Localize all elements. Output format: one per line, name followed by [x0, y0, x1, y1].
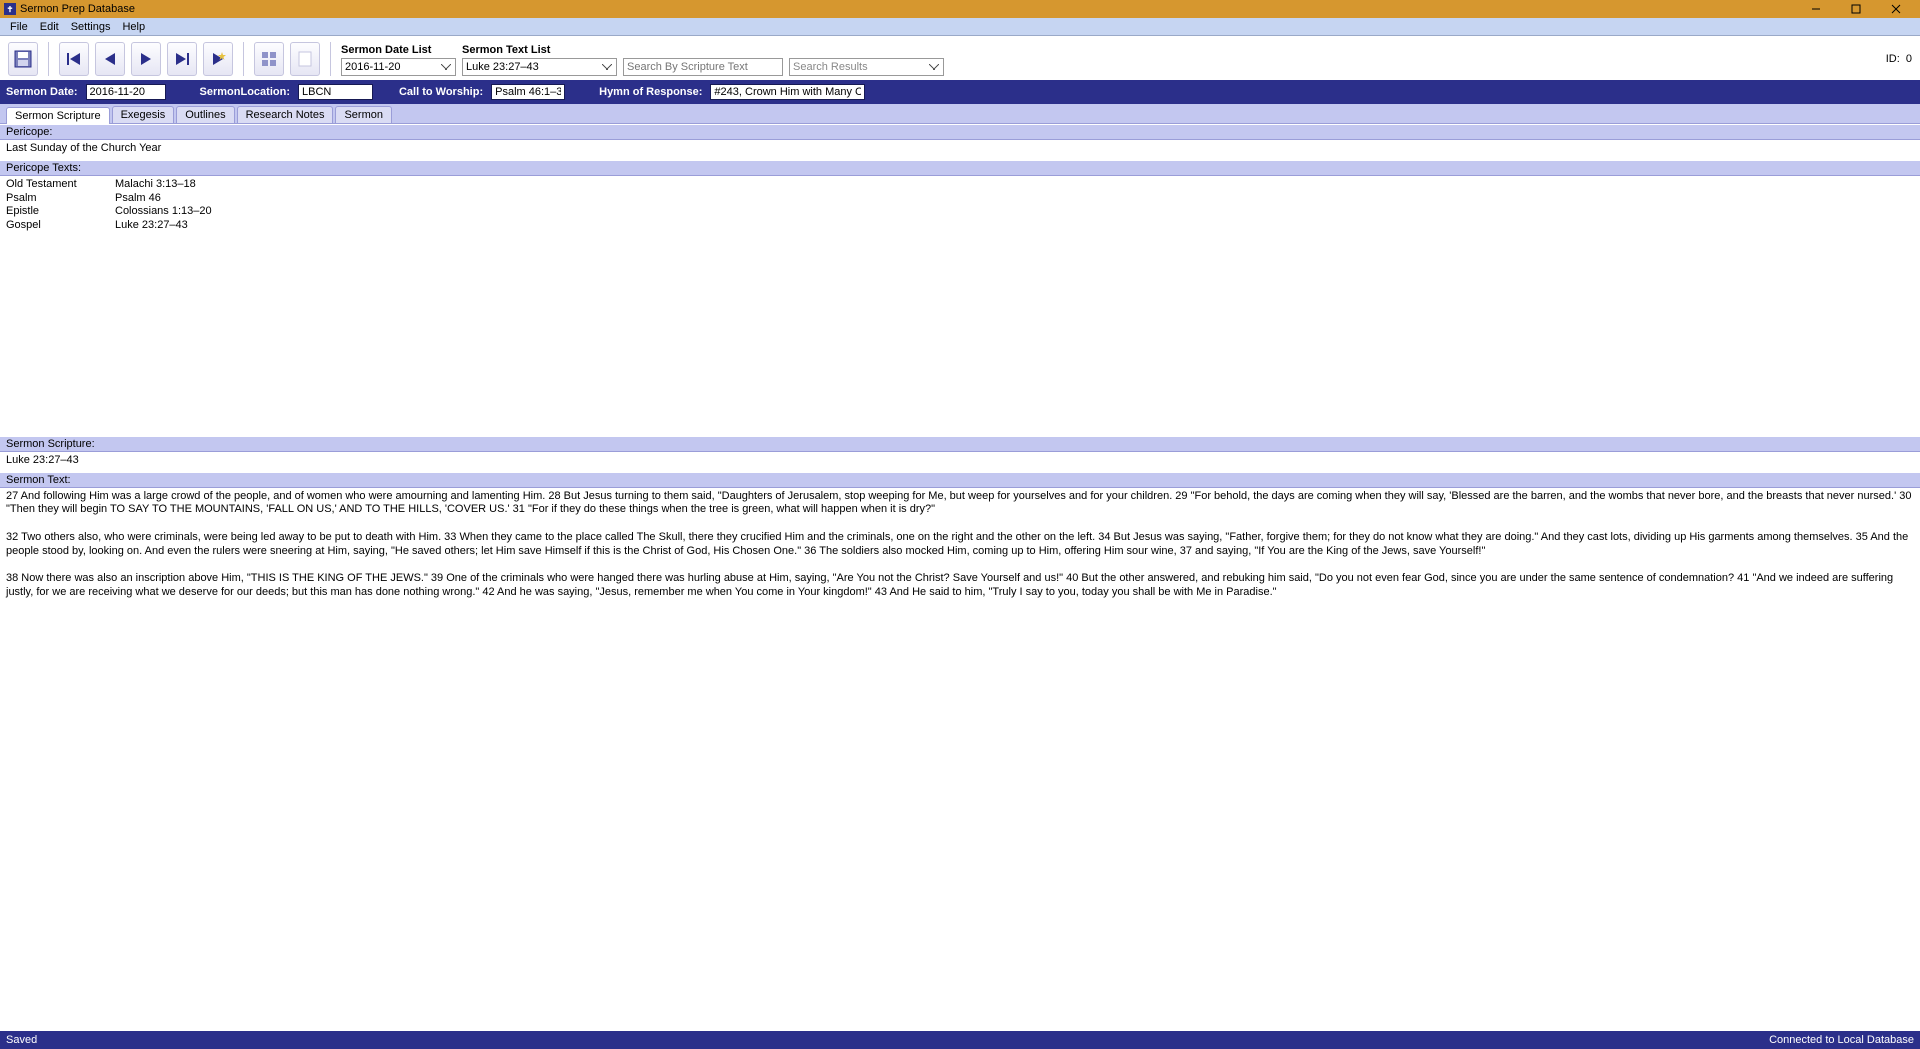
close-button[interactable]: [1876, 0, 1916, 18]
sermon-text-header: Sermon Text:: [0, 472, 1920, 488]
pericope-ref: Colossians 1:13–20: [115, 205, 1914, 219]
pericope-ref: Malachi 3:13–18: [115, 178, 1914, 192]
search-scripture-input[interactable]: [623, 58, 783, 76]
save-button[interactable]: [8, 42, 38, 76]
pericope-row: Epistle Colossians 1:13–20: [6, 205, 1914, 219]
sermon-date-label: Sermon Date:: [6, 86, 78, 98]
status-bar: Saved Connected to Local Database: [0, 1031, 1920, 1049]
text-list-label: Sermon Text List: [462, 44, 617, 56]
minimize-button[interactable]: [1796, 0, 1836, 18]
pericope-ref: Psalm 46: [115, 192, 1914, 206]
toolbar-separator: [48, 42, 49, 76]
sermon-text-list-select[interactable]: Luke 23:27–43: [462, 58, 617, 76]
first-record-button[interactable]: [59, 42, 89, 76]
window-title: Sermon Prep Database: [20, 3, 135, 15]
date-list-label: Sermon Date List: [341, 44, 456, 56]
call-to-worship-field[interactable]: [491, 84, 565, 100]
next-icon: [136, 49, 156, 69]
last-record-button[interactable]: [167, 42, 197, 76]
status-left: Saved: [6, 1034, 37, 1046]
menu-file[interactable]: File: [4, 21, 34, 33]
pericope-value[interactable]: Last Sunday of the Church Year: [0, 140, 1920, 160]
tab-strip: Sermon Scripture Exegesis Outlines Resea…: [0, 104, 1920, 124]
pericope-row: Old Testament Malachi 3:13–18: [6, 178, 1914, 192]
tab-research-notes[interactable]: Research Notes: [237, 106, 334, 123]
pericope-row: Gospel Luke 23:27–43: [6, 219, 1914, 233]
info-strip: Sermon Date: SermonLocation: Call to Wor…: [0, 80, 1920, 104]
run-button[interactable]: [203, 42, 233, 76]
search-results-select[interactable]: Search Results: [789, 58, 944, 76]
skip-last-icon: [172, 49, 192, 69]
tab-sermon-scripture[interactable]: Sermon Scripture: [6, 107, 110, 124]
pericope-header: Pericope:: [0, 124, 1920, 140]
pericope-section: Gospel: [6, 219, 81, 233]
skip-first-icon: [64, 49, 84, 69]
pericope-texts-area[interactable]: Old Testament Malachi 3:13–18 Psalm Psal…: [0, 176, 1920, 436]
grid-view-button[interactable]: [254, 42, 284, 76]
menu-edit[interactable]: Edit: [34, 21, 65, 33]
status-right: Connected to Local Database: [1769, 1034, 1914, 1046]
pericope-section: Old Testament: [6, 178, 81, 192]
prev-record-button[interactable]: [95, 42, 125, 76]
app-icon: ✝: [4, 3, 16, 15]
sermon-date-list-select[interactable]: 2016-11-20: [341, 58, 456, 76]
pericope-section: Epistle: [6, 205, 81, 219]
tab-sermon[interactable]: Sermon: [335, 106, 392, 123]
sermon-location-field[interactable]: [298, 84, 373, 100]
blank-page-icon: [295, 49, 315, 69]
pericope-texts-header: Pericope Texts:: [0, 160, 1920, 176]
toolbar-separator: [330, 42, 331, 76]
pericope-ref: Luke 23:27–43: [115, 219, 1914, 233]
hymn-response-field[interactable]: [710, 84, 865, 100]
menu-settings[interactable]: Settings: [65, 21, 117, 33]
sermon-text-body[interactable]: 27 And following Him was a large crowd o…: [0, 488, 1920, 780]
toolbar-separator: [243, 42, 244, 76]
id-value: 0: [1906, 53, 1912, 65]
tab-outlines[interactable]: Outlines: [176, 106, 234, 123]
sermon-scripture-value[interactable]: Luke 23:27–43: [0, 452, 1920, 472]
sermon-scripture-header: Sermon Scripture:: [0, 436, 1920, 452]
sermon-location-label: SermonLocation:: [200, 86, 290, 98]
next-record-button[interactable]: [131, 42, 161, 76]
toolbar: Sermon Date List 2016-11-20 Sermon Text …: [0, 36, 1920, 80]
pericope-section: Psalm: [6, 192, 81, 206]
maximize-button[interactable]: [1836, 0, 1876, 18]
menubar: File Edit Settings Help: [0, 18, 1920, 36]
call-to-worship-label: Call to Worship:: [399, 86, 483, 98]
pericope-row: Psalm Psalm 46: [6, 192, 1914, 206]
menu-help[interactable]: Help: [116, 21, 151, 33]
content-panel: Pericope: Last Sunday of the Church Year…: [0, 124, 1920, 780]
id-label: ID:: [1886, 53, 1900, 65]
grid-icon: [259, 49, 279, 69]
titlebar: ✝ Sermon Prep Database: [0, 0, 1920, 18]
play-star-icon: [208, 49, 228, 69]
sermon-date-field[interactable]: [86, 84, 166, 100]
floppy-icon: [13, 49, 33, 69]
new-record-button[interactable]: [290, 42, 320, 76]
tab-exegesis[interactable]: Exegesis: [112, 106, 175, 123]
hymn-response-label: Hymn of Response:: [599, 86, 702, 98]
prev-icon: [100, 49, 120, 69]
record-id: ID: 0: [1886, 53, 1912, 65]
